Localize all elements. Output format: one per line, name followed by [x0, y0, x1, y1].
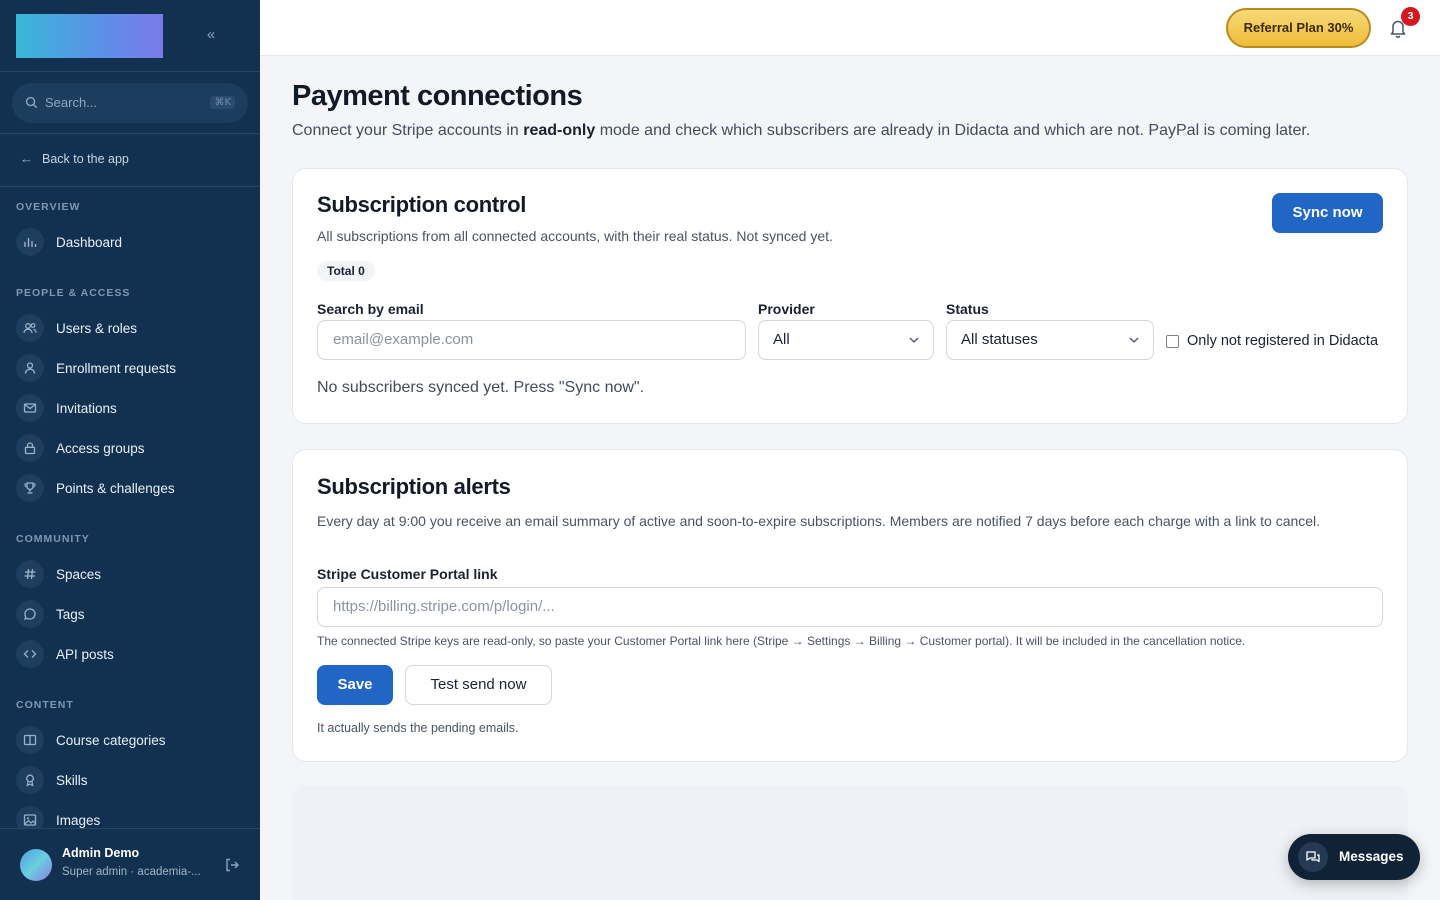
sidebar-item-label: Invitations — [56, 400, 117, 416]
bar-chart-icon — [16, 228, 44, 256]
page-subtitle: Connect your Stripe accounts in read-onl… — [292, 122, 1310, 140]
sidebar-item-users-roles[interactable]: Users & roles — [16, 313, 137, 343]
messages-button[interactable]: Messages — [1288, 834, 1420, 880]
email-search-input[interactable]: email@example.com — [317, 320, 746, 360]
empty-state-text: No subscribers synced yet. Press "Sync n… — [317, 379, 645, 396]
avatar[interactable] — [20, 849, 52, 881]
users-icon — [16, 314, 44, 342]
next-card — [292, 786, 1408, 900]
book-open-icon — [16, 726, 44, 754]
provider-select[interactable]: All — [758, 320, 934, 360]
sidebar-item-label: Course categories — [56, 732, 166, 748]
status-select[interactable]: All statuses — [946, 320, 1154, 360]
divider — [0, 186, 260, 187]
subtitle-text: Connect your Stripe accounts in — [292, 122, 524, 139]
user-footer: Admin Demo Super admin · academia-... — [0, 828, 260, 900]
portal-label: Stripe Customer Portal link — [317, 566, 498, 582]
logout-icon[interactable] — [224, 857, 240, 873]
sidebar-item-label: Access groups — [56, 440, 145, 456]
sidebar-item-tags[interactable]: Tags — [16, 599, 85, 629]
total-badge: Total 0 — [317, 261, 375, 281]
sidebar-item-label: Spaces — [56, 566, 102, 582]
search-icon — [25, 96, 38, 109]
section-title-people-access: PEOPLE & ACCESS — [16, 287, 131, 299]
subscription-alerts-card: Subscription alerts Every day at 9:00 yo… — [292, 449, 1408, 762]
divider — [0, 133, 260, 134]
messages-label: Messages — [1339, 849, 1404, 864]
brand-logo[interactable] — [16, 14, 163, 58]
sync-now-button[interactable]: Sync now — [1272, 193, 1383, 233]
sidebar-item-label: Points & challenges — [56, 480, 175, 496]
search-placeholder: Search... — [45, 95, 98, 110]
email-label: Search by email — [317, 301, 424, 317]
card-subtitle: All subscriptions from all connected acc… — [317, 228, 833, 244]
not-registered-checkbox[interactable] — [1166, 335, 1179, 348]
search-shortcut: ⌘K — [210, 96, 235, 109]
sidebar-item-label: Images — [56, 812, 101, 828]
sidebar-item-skills[interactable]: Skills — [16, 765, 88, 795]
back-label: Back to the app — [42, 151, 129, 166]
provider-label: Provider — [758, 301, 815, 317]
card-title: Subscription control — [317, 192, 527, 217]
portal-link-input[interactable]: https://billing.stripe.com/p/login/... — [317, 587, 1383, 627]
sidebar-search[interactable]: Search... ⌘K — [12, 83, 248, 123]
test-send-button[interactable]: Test send now — [405, 665, 552, 705]
provider-value: All — [773, 331, 790, 348]
sidebar: « Search... ⌘K ← Back to the app OVERVIE… — [0, 0, 260, 900]
back-to-app-link[interactable]: ← Back to the app — [20, 151, 129, 166]
send-note: It actually sends the pending emails. — [317, 721, 519, 735]
sidebar-item-label: Tags — [56, 606, 85, 622]
sidebar-item-label: Users & roles — [56, 320, 138, 336]
section-title-overview: OVERVIEW — [16, 201, 81, 213]
card-description: Every day at 9:00 you receive an email s… — [317, 513, 1321, 529]
sidebar-item-spaces[interactable]: Spaces — [16, 559, 101, 589]
card-title: Subscription alerts — [317, 474, 511, 499]
sidebar-item-points-challenges[interactable]: Points & challenges — [16, 473, 175, 503]
checkbox-label[interactable]: Only not registered in Didacta — [1187, 333, 1378, 349]
section-title-content: CONTENT — [16, 699, 74, 711]
user-name: Admin Demo — [62, 846, 140, 860]
sidebar-item-invitations[interactable]: Invitations — [16, 393, 117, 423]
sidebar-item-dashboard[interactable]: Dashboard — [16, 227, 122, 257]
subtitle-bold: read-only — [523, 122, 596, 139]
chevrons-left-icon[interactable]: « — [201, 25, 221, 45]
sidebar-item-api-posts[interactable]: API posts — [16, 639, 114, 669]
portal-help-text: The connected Stripe keys are read-only,… — [317, 634, 1246, 648]
sidebar-item-label: Dashboard — [56, 234, 123, 250]
sidebar-header: « — [0, 0, 260, 72]
sidebar-item-enrollment-requests[interactable]: Enrollment requests — [16, 353, 176, 383]
notification-badge: 3 — [1401, 7, 1420, 26]
chevron-down-icon — [909, 337, 919, 343]
chat-bubble-icon — [16, 600, 44, 628]
award-icon — [16, 766, 44, 794]
code-icon — [16, 640, 44, 668]
lock-icon — [16, 434, 44, 462]
save-button[interactable]: Save — [317, 665, 393, 705]
user-icon — [16, 354, 44, 382]
trophy-icon — [16, 474, 44, 502]
sidebar-item-label: Skills — [56, 772, 88, 788]
sidebar-item-label: Enrollment requests — [56, 360, 177, 376]
topbar: Referral Plan 30% 3 — [260, 0, 1440, 56]
mail-icon — [16, 394, 44, 422]
chevron-down-icon — [1129, 337, 1139, 343]
sidebar-item-label: API posts — [56, 646, 114, 662]
section-title-community: COMMUNITY — [16, 533, 90, 545]
sidebar-item-access-groups[interactable]: Access groups — [16, 433, 145, 463]
referral-plan-button[interactable]: Referral Plan 30% — [1226, 8, 1371, 48]
subscription-control-card: Subscription control All subscriptions f… — [292, 168, 1408, 424]
sidebar-item-course-categories[interactable]: Course categories — [16, 725, 166, 755]
hash-icon — [16, 560, 44, 588]
user-role: Super admin · academia-... — [62, 866, 201, 878]
messages-icon — [1298, 842, 1328, 872]
status-value: All statuses — [961, 331, 1038, 348]
status-label: Status — [946, 301, 989, 317]
page-title: Payment connections — [292, 80, 583, 112]
arrow-left-icon: ← — [20, 151, 33, 166]
subtitle-text: mode and check which subscribers are alr… — [595, 122, 1311, 139]
